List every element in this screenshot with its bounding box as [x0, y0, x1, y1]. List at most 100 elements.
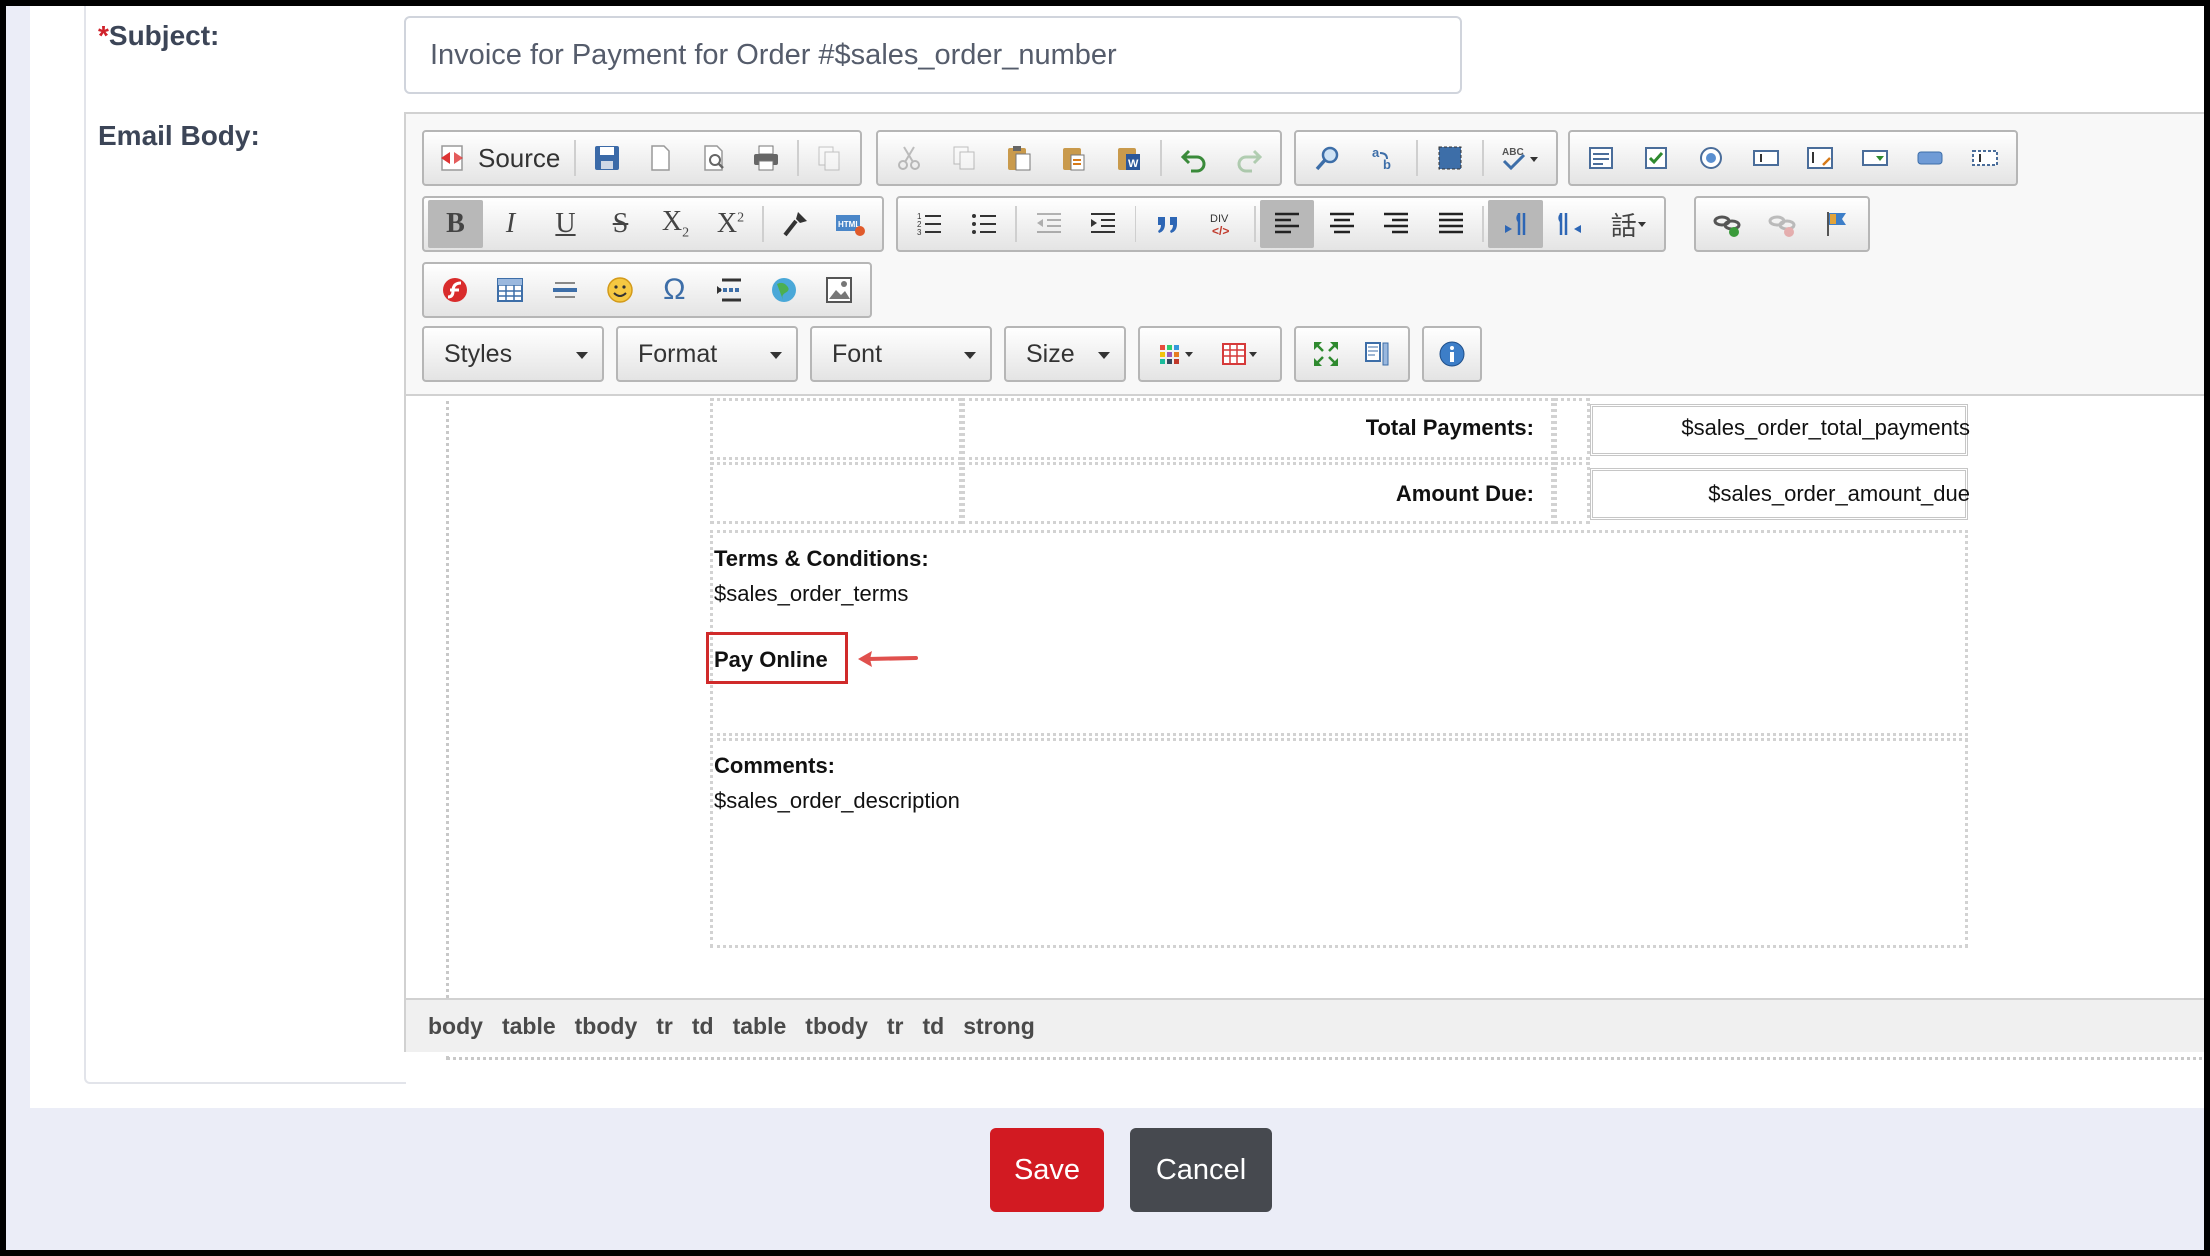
blockquote-icon[interactable] — [1140, 200, 1195, 248]
select-field-icon[interactable] — [1848, 134, 1903, 182]
radio-icon[interactable] — [1684, 134, 1739, 182]
source-button[interactable]: Source — [428, 134, 570, 182]
format-dropdown[interactable]: Format — [616, 326, 798, 382]
link-icon[interactable] — [1700, 200, 1755, 248]
align-right-icon[interactable] — [1369, 200, 1424, 248]
ltr-icon[interactable] — [1488, 200, 1543, 248]
toolbar-separator — [574, 140, 577, 176]
path-item[interactable]: body — [428, 1013, 483, 1040]
save-icon[interactable] — [580, 134, 633, 182]
total-payments-label: Total Payments: — [1365, 415, 1534, 440]
font-dropdown[interactable]: Font — [810, 326, 992, 382]
terms-value: $sales_order_terms — [714, 581, 909, 606]
links-group — [1694, 196, 1870, 252]
required-mark: * — [98, 20, 109, 51]
undo-icon[interactable] — [1166, 134, 1221, 182]
bulleted-list-icon[interactable] — [957, 200, 1012, 248]
amount-due-value: $sales_order_amount_due — [1708, 481, 1970, 506]
italic-icon[interactable]: I — [483, 200, 538, 248]
special-char-icon[interactable]: Ω — [647, 266, 702, 314]
print-icon[interactable] — [740, 134, 793, 182]
amount-due-label: Amount Due: — [1395, 481, 1534, 506]
select-all-icon[interactable] — [1422, 134, 1478, 182]
align-center-icon[interactable] — [1314, 200, 1369, 248]
preview-icon[interactable] — [687, 134, 740, 182]
paste-text-icon[interactable] — [1047, 134, 1102, 182]
checkbox-icon[interactable] — [1629, 134, 1684, 182]
bg-color-icon[interactable] — [1208, 330, 1272, 378]
maximize-icon[interactable] — [1300, 330, 1352, 378]
indent-icon[interactable] — [1076, 200, 1131, 248]
page-break-icon[interactable] — [702, 266, 757, 314]
path-item[interactable]: table — [733, 1013, 787, 1040]
anchor-icon[interactable] — [1809, 200, 1864, 248]
form-panel: *Subject: Invoice for Payment for Order … — [30, 0, 2210, 1108]
find-icon[interactable] — [1300, 134, 1356, 182]
save-button[interactable]: Save — [990, 1128, 1104, 1212]
image-icon[interactable] — [811, 266, 866, 314]
button-icon[interactable] — [1903, 134, 1958, 182]
svg-text:W: W — [1128, 158, 1139, 170]
new-page-icon[interactable] — [633, 134, 686, 182]
toolbar-separator — [1416, 140, 1418, 176]
path-item[interactable]: strong — [963, 1013, 1035, 1040]
tools-group — [1294, 326, 1410, 382]
spellcheck-icon[interactable]: ABC — [1488, 134, 1552, 182]
numbered-list-icon[interactable]: 123 — [902, 200, 957, 248]
iframe-icon[interactable] — [757, 266, 812, 314]
chevron-down-icon — [770, 352, 782, 359]
justify-icon[interactable] — [1424, 200, 1479, 248]
cut-icon[interactable] — [882, 134, 937, 182]
flash-icon[interactable] — [428, 266, 483, 314]
table-icon[interactable] — [483, 266, 538, 314]
redo-icon[interactable] — [1221, 134, 1276, 182]
smiley-icon[interactable] — [592, 266, 647, 314]
paste-word-icon[interactable]: W — [1101, 134, 1156, 182]
cancel-button[interactable]: Cancel — [1130, 1128, 1272, 1212]
copy-icon[interactable] — [937, 134, 992, 182]
subject-input[interactable]: Invoice for Payment for Order #$sales_or… — [404, 16, 1462, 94]
path-item[interactable]: tbody — [575, 1013, 638, 1040]
replace-icon[interactable]: ab — [1356, 134, 1412, 182]
path-item[interactable]: tr — [656, 1013, 673, 1040]
svg-text:3: 3 — [917, 228, 922, 237]
path-item[interactable]: table — [502, 1013, 556, 1040]
language-icon[interactable]: 話 — [1598, 200, 1660, 248]
text-color-icon[interactable] — [1144, 330, 1208, 378]
superscript-icon[interactable]: X2 — [703, 200, 758, 248]
templates-icon[interactable] — [803, 134, 856, 182]
outdent-icon[interactable] — [1021, 200, 1076, 248]
show-blocks-icon[interactable] — [1352, 330, 1404, 378]
bold-icon[interactable]: B — [428, 200, 483, 248]
forms-group — [1568, 130, 2018, 186]
about-icon[interactable] — [1428, 330, 1476, 378]
remove-format-icon[interactable]: HTML — [823, 200, 878, 248]
about-group — [1422, 326, 1482, 382]
toolbar-separator — [796, 140, 799, 176]
textarea-icon[interactable] — [1793, 134, 1848, 182]
horizontal-rule-icon[interactable] — [538, 266, 593, 314]
copy-format-icon[interactable] — [768, 200, 823, 248]
pay-online-link[interactable]: Pay Online — [714, 647, 828, 673]
path-item[interactable]: td — [692, 1013, 714, 1040]
textfield-icon[interactable] — [1738, 134, 1793, 182]
subscript-icon[interactable]: X2 — [648, 200, 703, 248]
underline-icon[interactable]: U — [538, 200, 593, 248]
path-item[interactable]: tbody — [805, 1013, 868, 1040]
hidden-field-icon[interactable] — [1957, 134, 2012, 182]
rich-text-editor[interactable]: Source W a b ABC B I U S X2 X2 HTML 1 2 … — [404, 112, 2210, 1108]
div-icon[interactable]: DIV </> — [1195, 200, 1250, 248]
path-item[interactable]: tr — [887, 1013, 904, 1040]
paste-icon[interactable] — [992, 134, 1047, 182]
toolbar-separator — [1134, 206, 1137, 242]
rtl-icon[interactable] — [1543, 200, 1598, 248]
path-item[interactable]: td — [923, 1013, 945, 1040]
size-dropdown[interactable]: Size — [1004, 326, 1126, 382]
styles-dropdown[interactable]: Styles — [422, 326, 604, 382]
total-payments-value: $sales_order_total_payments — [1681, 415, 1970, 440]
svg-text:</>: </> — [1212, 224, 1229, 238]
form-icon[interactable] — [1574, 134, 1629, 182]
strike-icon[interactable]: S — [593, 200, 648, 248]
align-left-icon[interactable] — [1259, 200, 1315, 248]
unlink-icon[interactable] — [1755, 200, 1810, 248]
